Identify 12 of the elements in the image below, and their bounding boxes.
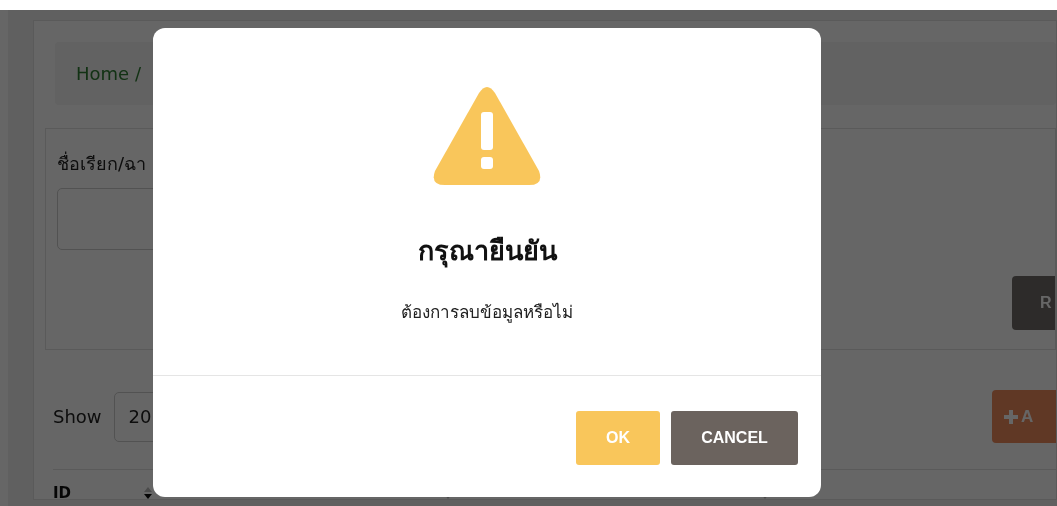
column-header: ID bbox=[53, 484, 72, 502]
sort-icon[interactable] bbox=[143, 485, 153, 501]
dialog-title: กรุณายืนยัน bbox=[417, 234, 557, 270]
add-button[interactable]: A bbox=[992, 390, 1056, 443]
plus-icon bbox=[1004, 409, 1018, 424]
cancel-button[interactable]: CANCEL bbox=[671, 411, 798, 465]
breadcrumb-link[interactable]: Home / bbox=[76, 63, 141, 84]
warning-icon bbox=[432, 85, 542, 185]
field-label: ชื่อเรียก/ฉา bbox=[57, 150, 148, 176]
dialog-message: ต้องการลบข้อมูลหรือไม่ bbox=[401, 301, 573, 325]
ok-button[interactable]: OK bbox=[576, 411, 660, 465]
show-label: Show bbox=[53, 406, 102, 427]
